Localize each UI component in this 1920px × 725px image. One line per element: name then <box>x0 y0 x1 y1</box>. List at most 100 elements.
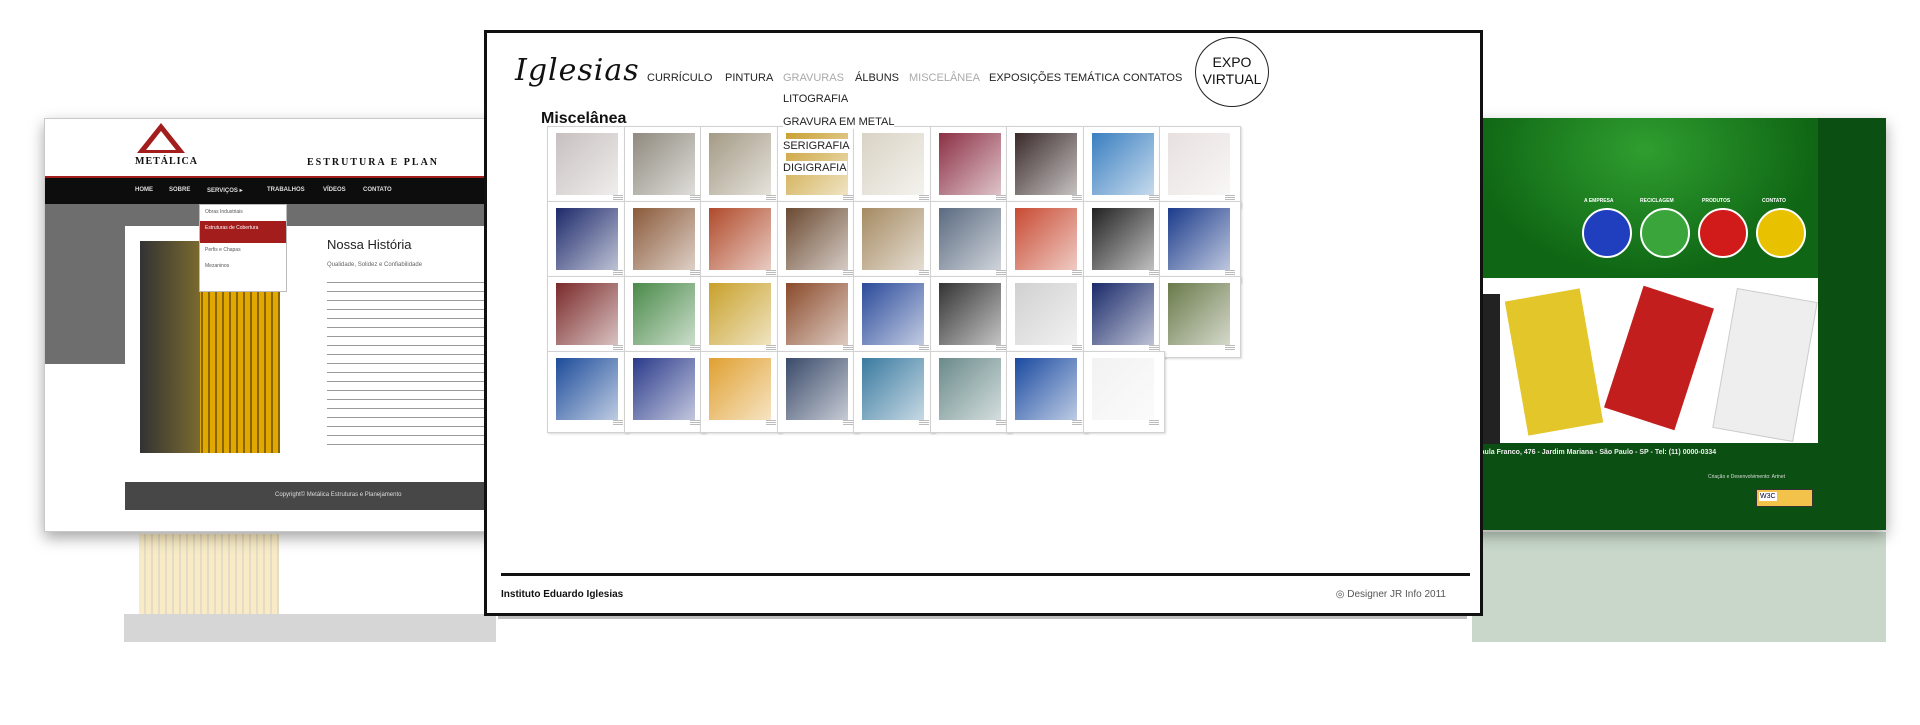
gallery-thumbnail[interactable] <box>1159 126 1241 208</box>
nav-contatos[interactable]: CONTATOS <box>1123 72 1182 84</box>
gallery-thumbnail[interactable] <box>1082 126 1165 208</box>
artwork-image <box>1015 283 1077 345</box>
left-site-reflection <box>44 532 496 642</box>
artwork-caption <box>919 270 929 275</box>
gallery-thumbnail[interactable] <box>700 276 782 358</box>
gallery-thumbnail[interactable] <box>623 126 706 208</box>
gallery-thumbnail[interactable] <box>547 351 629 433</box>
artwork-caption <box>919 195 929 200</box>
artwork-image <box>862 283 924 345</box>
w3c-badge-icon[interactable] <box>1756 489 1813 507</box>
artwork-image <box>1168 208 1230 270</box>
artwork-image <box>709 208 771 270</box>
artwork-caption <box>689 195 700 200</box>
left-site-heading: Nossa História <box>327 237 412 252</box>
nav-albuns[interactable]: ÁLBUNS <box>855 72 899 84</box>
left-site-header: METÁLICA ESTRUTURA E PLAN <box>45 119 497 177</box>
nav-gravuras[interactable]: GRAVURAS <box>783 72 844 84</box>
gallery-thumbnail[interactable] <box>929 351 1012 433</box>
gallery-thumbnail[interactable] <box>776 276 859 358</box>
artwork-image <box>785 208 848 270</box>
gallery-thumbnail[interactable] <box>1082 351 1165 433</box>
artwork-image <box>632 358 695 420</box>
artwork-caption <box>613 420 623 425</box>
left-site-screenshot: METÁLICA ESTRUTURA E PLAN HOME SOBRE SER… <box>44 118 498 532</box>
artwork-image <box>556 283 618 345</box>
artwork-caption <box>842 345 853 350</box>
right-site-address: Paula Franco, 476 - Jardim Mariana - São… <box>1476 449 1717 456</box>
left-nav-item[interactable]: SOBRE <box>169 187 190 193</box>
iglesias-logo[interactable]: Iglesias <box>515 53 640 88</box>
artwork-image <box>1091 133 1154 195</box>
left-nav-item[interactable]: TRABALHOS <box>267 187 305 193</box>
dropdown-item[interactable]: Perfis e Chapas <box>200 243 286 259</box>
artwork-caption <box>995 195 1006 200</box>
nav-curriculo[interactable]: CURRÍCULO <box>647 72 712 84</box>
gallery-thumbnail[interactable] <box>853 201 935 283</box>
empresa-icon[interactable] <box>1582 208 1632 258</box>
gallery-thumbnail[interactable] <box>547 201 629 283</box>
gallery-thumbnail[interactable] <box>929 201 1012 283</box>
submenu-digigrafia[interactable]: DIGIGRAFIA <box>783 161 847 175</box>
artwork-caption <box>766 270 776 275</box>
gallery-thumbnail[interactable] <box>776 351 859 433</box>
dropdown-item-selected[interactable]: Estruturas de Cobertura <box>200 221 286 243</box>
gallery-thumbnail[interactable] <box>1006 126 1088 208</box>
gallery-thumbnail[interactable] <box>1082 201 1165 283</box>
gallery-thumbnail[interactable] <box>1082 276 1165 358</box>
gallery-thumbnail[interactable] <box>623 276 706 358</box>
gallery-thumbnail[interactable] <box>853 276 935 358</box>
gallery-thumbnail[interactable] <box>929 126 1012 208</box>
recycle-icon[interactable] <box>1640 208 1690 258</box>
nav-exposicoes[interactable]: EXPOSIÇÕES TEMÁTICA <box>989 72 1120 84</box>
center-site-reflection <box>484 612 1483 712</box>
artwork-caption <box>842 195 853 200</box>
gallery-thumbnail[interactable] <box>623 201 706 283</box>
left-site-nav: HOME SOBRE SERVIÇOS ▸ TRABALHOS VÍDEOS C… <box>45 178 497 204</box>
gallery-thumbnail[interactable] <box>547 276 629 358</box>
gallery-thumbnail[interactable] <box>1159 276 1241 358</box>
left-nav-item[interactable]: HOME <box>135 187 153 193</box>
gallery-thumbnail[interactable] <box>853 126 935 208</box>
nav-pintura[interactable]: PINTURA <box>725 72 773 84</box>
left-site-subheading: Qualidade, Solidez e Confiabilidade <box>327 262 423 268</box>
left-nav-item[interactable]: VÍDEOS <box>323 187 346 193</box>
gallery-thumbnail[interactable] <box>929 276 1012 358</box>
right-nav-label: RECICLAGEM <box>1640 198 1674 204</box>
submenu-serigrafia[interactable]: SERIGRAFIA <box>783 139 850 153</box>
artwork-caption <box>995 420 1006 425</box>
submenu-gravura-em-metal[interactable]: GRAVURA EM METAL <box>783 115 895 129</box>
gallery-thumbnail[interactable] <box>700 126 782 208</box>
left-nav-item[interactable]: SERVIÇOS ▸ <box>207 187 243 194</box>
gallery-thumbnail[interactable] <box>547 126 629 208</box>
gallery-thumbnail[interactable] <box>623 351 706 433</box>
artwork-image <box>1091 208 1154 270</box>
gallery-thumbnail[interactable] <box>1006 351 1088 433</box>
nav-miscelanea[interactable]: MISCELÂNEA <box>909 72 980 84</box>
artwork-caption <box>766 195 776 200</box>
artwork-image <box>1015 208 1077 270</box>
footer-divider <box>501 573 1470 576</box>
products-icon[interactable] <box>1698 208 1748 258</box>
gallery-thumbnail[interactable] <box>700 201 782 283</box>
submenu-litografia[interactable]: LITOGRAFIA <box>783 92 849 106</box>
left-nav-item[interactable]: CONTATO <box>363 187 392 193</box>
gallery-thumbnail[interactable] <box>1006 201 1088 283</box>
gallery-thumbnail[interactable] <box>700 351 782 433</box>
artwork-image <box>709 133 771 195</box>
phone-icon[interactable] <box>1756 208 1806 258</box>
gallery-thumbnail[interactable] <box>1006 276 1088 358</box>
artwork-image <box>938 283 1001 345</box>
artwork-image <box>1091 358 1154 420</box>
dropdown-item[interactable]: Mezaninos <box>200 259 286 275</box>
gallery-thumbnail[interactable] <box>1159 201 1241 283</box>
footer-designer[interactable]: Designer JR Info 2011 <box>1336 589 1446 600</box>
dropdown-item[interactable]: Obras Industriais <box>200 205 286 221</box>
gallery-thumbnail[interactable] <box>776 201 859 283</box>
gallery-thumbnail[interactable] <box>853 351 935 433</box>
artwork-caption <box>613 345 623 350</box>
artwork-caption <box>995 345 1006 350</box>
right-site-reflection <box>1472 532 1886 642</box>
right-nav-label: PRODUTOS <box>1702 198 1731 204</box>
expo-virtual-button[interactable]: EXPO VIRTUAL <box>1195 37 1269 107</box>
